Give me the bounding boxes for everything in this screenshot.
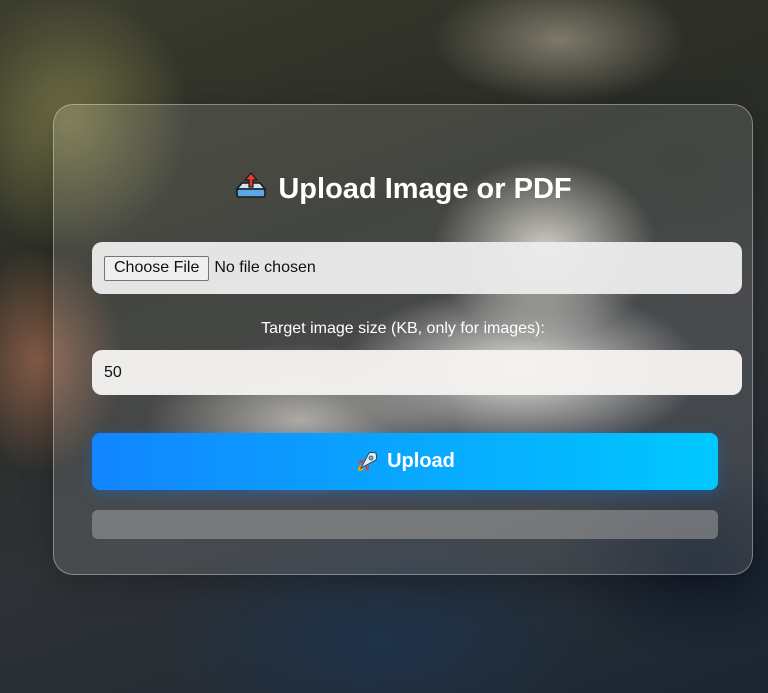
target-size-input[interactable] — [92, 350, 742, 395]
progress-bar — [92, 510, 718, 539]
file-input[interactable]: Choose File No file chosen — [92, 242, 742, 294]
page-title: Upload Image or PDF — [54, 171, 752, 207]
file-status-text: No file chosen — [214, 259, 316, 276]
title-text: Upload Image or PDF — [278, 173, 572, 205]
rocket-icon — [355, 450, 379, 474]
target-size-label: Target image size (KB, only for images): — [261, 320, 545, 337]
upload-button-label: Upload — [387, 450, 455, 472]
upload-button[interactable]: Upload — [92, 433, 718, 490]
upload-card: Upload Image or PDF Choose File No file … — [53, 104, 753, 575]
outbox-tray-icon — [234, 171, 268, 201]
choose-file-button[interactable]: Choose File — [104, 255, 210, 281]
